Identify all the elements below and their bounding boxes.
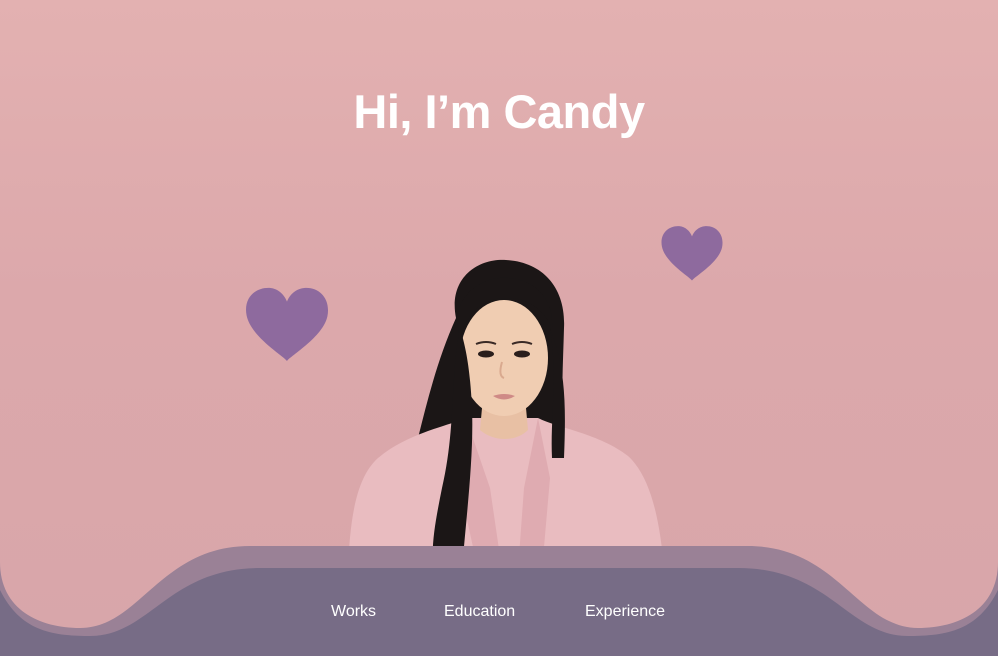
nav-item-experience[interactable]: Experience: [585, 603, 665, 621]
footer-wave: [0, 546, 998, 656]
page-title: Hi, I’m Candy: [353, 85, 645, 138]
nav-item-works[interactable]: Works: [331, 603, 376, 621]
portrait-image: [348, 259, 664, 570]
nav-item-education[interactable]: Education: [444, 603, 515, 621]
heart-icon: [246, 287, 329, 361]
heart-icon: [661, 226, 723, 281]
